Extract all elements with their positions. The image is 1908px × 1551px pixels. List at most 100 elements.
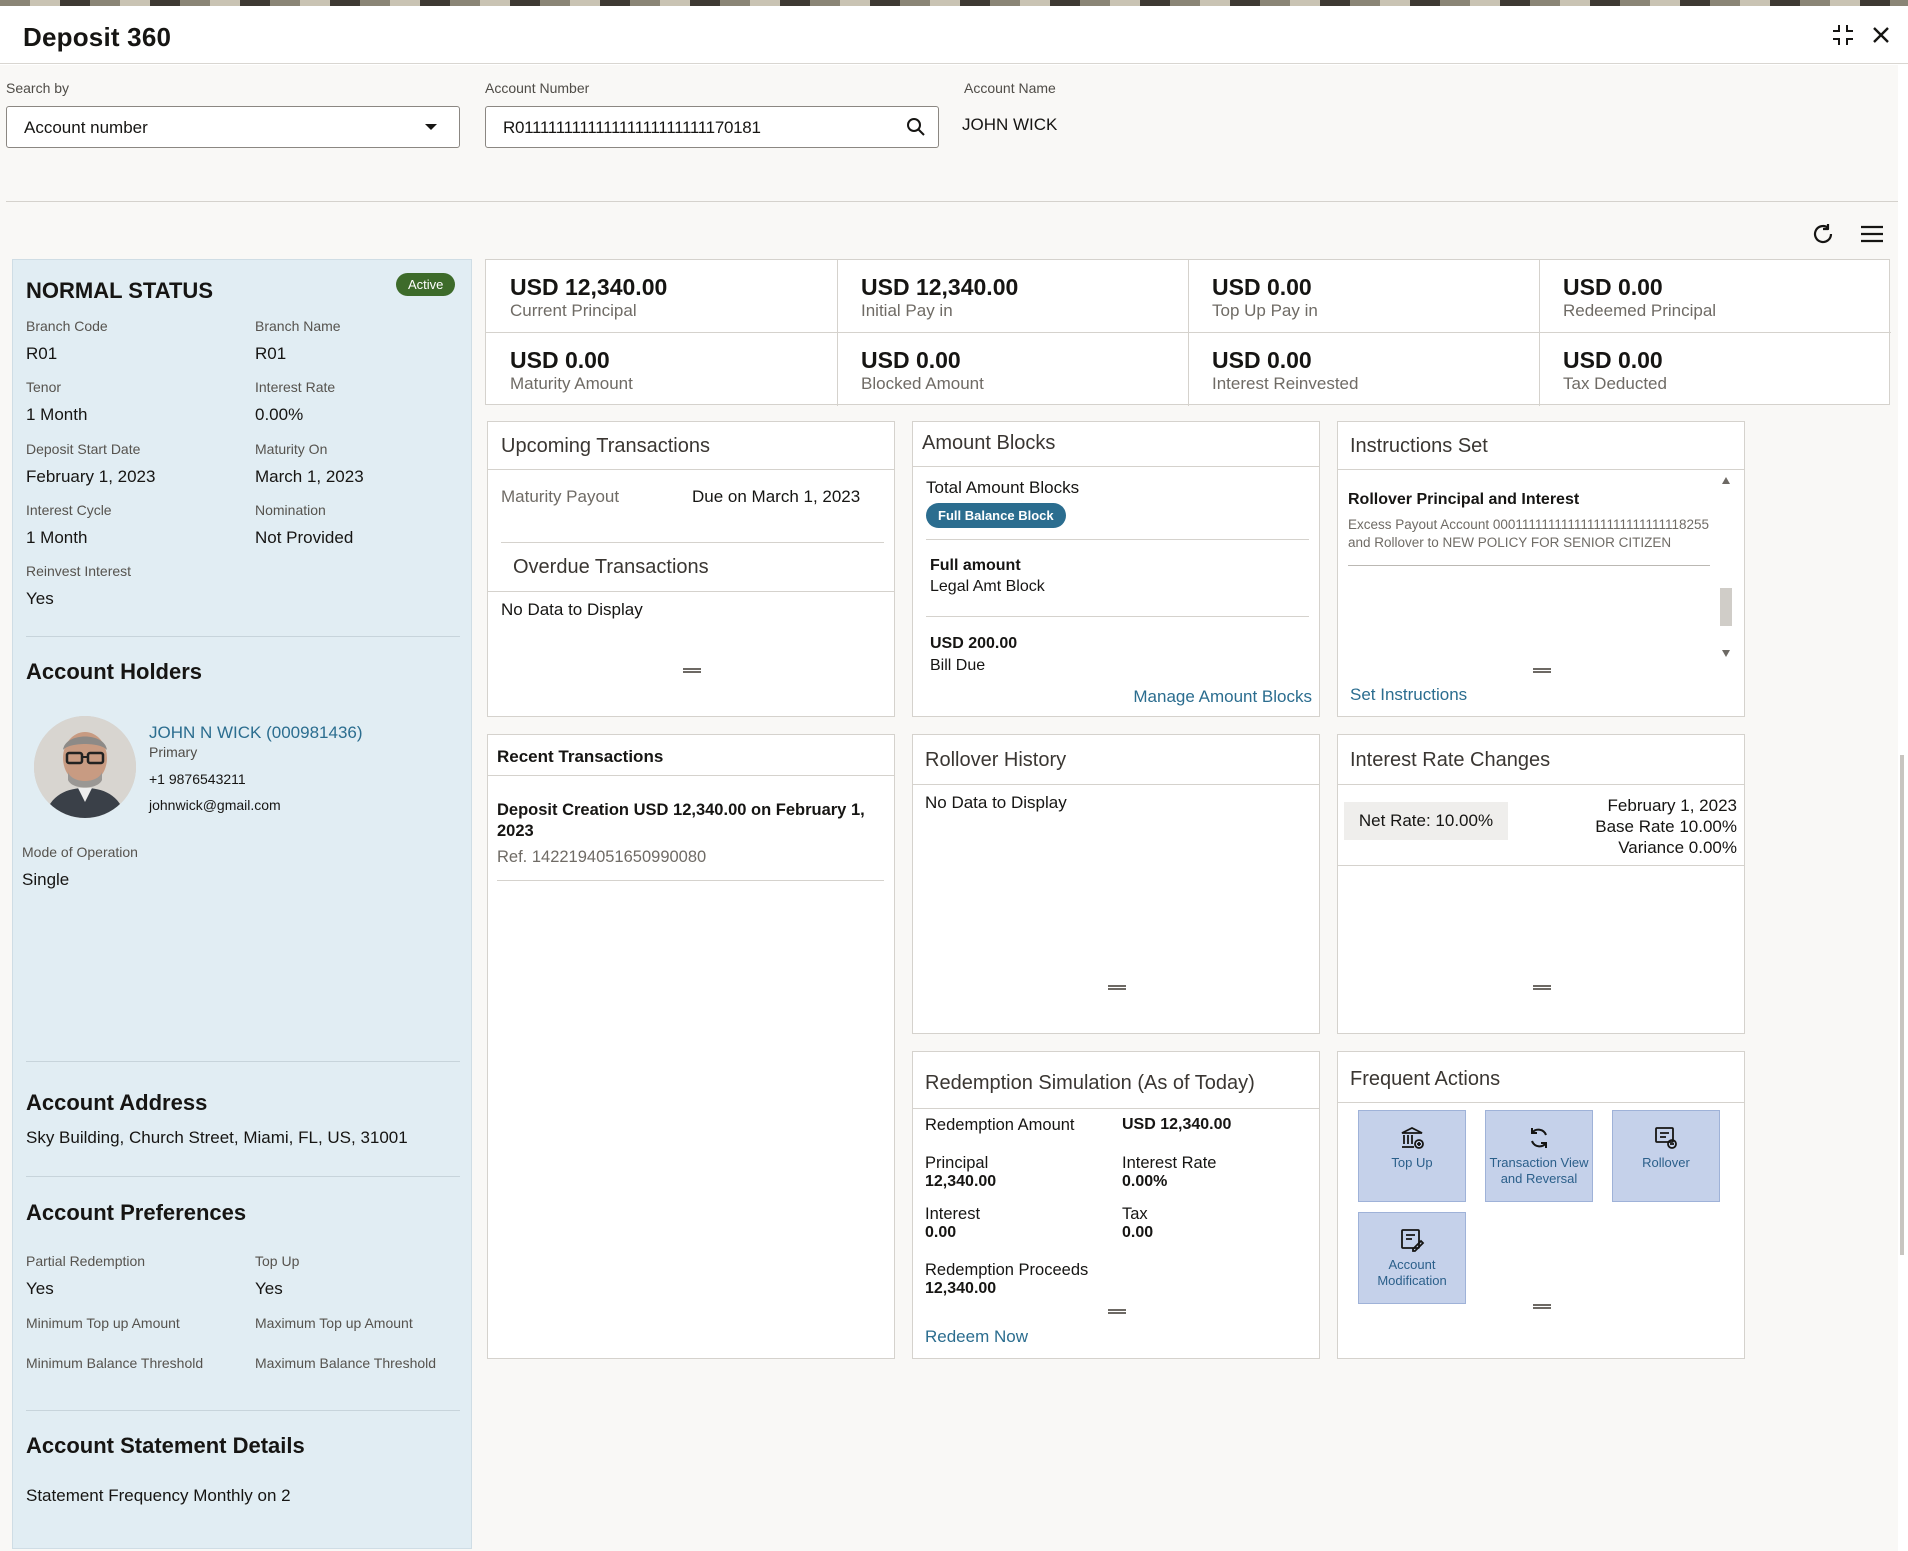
statement-details-title: Account Statement Details: [26, 1433, 305, 1458]
hamburger-menu-icon[interactable]: [1860, 224, 1884, 249]
holder-name-link[interactable]: JOHN N WICK (000981436): [149, 723, 363, 743]
mode-of-operation-label: Mode of Operation: [22, 844, 138, 860]
drag-handle-icon[interactable]: [1108, 1309, 1126, 1314]
total-amount-blocks-label: Total Amount Blocks: [926, 478, 1080, 497]
holder-phone: +1 9876543211: [149, 771, 246, 787]
transaction-view-action-label: Transaction View and Reversal: [1489, 1155, 1589, 1186]
set-instructions-link[interactable]: Set Instructions: [1350, 685, 1467, 705]
drag-handle-icon[interactable]: [1533, 985, 1551, 990]
status-title: NORMAL STATUS: [26, 278, 213, 303]
page-scrollbar-thumb[interactable]: [1900, 755, 1904, 1255]
recent-transactions-title: Recent Transactions: [497, 747, 664, 766]
amount-blocks-title: Amount Blocks: [922, 432, 1056, 454]
divider: [26, 636, 460, 637]
nomination-label: Nomination: [255, 502, 326, 518]
rollover-action-label: Rollover: [1642, 1155, 1690, 1170]
account-address-title: Account Address: [26, 1090, 208, 1115]
reinvest-interest-label: Reinvest Interest: [26, 563, 132, 579]
scrollbar-thumb[interactable]: [1720, 588, 1732, 626]
manage-amount-blocks-link[interactable]: Manage Amount Blocks: [1133, 687, 1312, 707]
scroll-up-icon[interactable]: [1722, 477, 1730, 484]
partial-redemption-label: Partial Redemption: [26, 1253, 146, 1269]
min-topup-label: Minimum Top up Amount: [26, 1315, 180, 1331]
summary-label: Maturity Amount: [510, 374, 633, 393]
redemption-amount-value: USD 12,340.00: [1122, 1116, 1232, 1133]
search-divider: [6, 201, 1898, 202]
transaction-view-action-button[interactable]: Transaction View and Reversal: [1485, 1110, 1593, 1202]
deposit-start-value: February 1, 2023: [26, 467, 156, 486]
refresh-arrows-icon: [1531, 1128, 1547, 1148]
mode-of-operation-value: Single: [22, 870, 70, 889]
rollover-history-card: Rollover History No Data to Display: [912, 734, 1320, 1034]
summary-amount: USD 0.00: [1563, 347, 1663, 373]
rollover-action-button[interactable]: Rollover: [1612, 1110, 1720, 1202]
divider: [26, 1176, 460, 1177]
maturity-payout-value: Due on March 1, 2023: [692, 487, 861, 506]
scroll-down-icon[interactable]: [1722, 650, 1730, 657]
interest-rate-changes-card: Interest Rate Changes Net Rate: 10.00% F…: [1337, 734, 1745, 1034]
full-balance-block-chip[interactable]: Full Balance Block: [926, 503, 1066, 528]
deposit-start-label: Deposit Start Date: [26, 441, 141, 457]
close-icon[interactable]: [1870, 24, 1892, 46]
summary-grid: USD 12,340.00 Current Principal USD 12,3…: [485, 259, 1891, 406]
top-up-action-button[interactable]: Top Up: [1358, 1110, 1466, 1202]
holder-email: johnwick@gmail.com: [149, 797, 281, 813]
tenor-label: Tenor: [26, 379, 62, 395]
summary-label: Current Principal: [510, 301, 637, 320]
summary-label: Blocked Amount: [861, 374, 984, 393]
summary-amount: USD 0.00: [510, 347, 610, 373]
interest-cycle-label: Interest Cycle: [26, 502, 112, 518]
account-name-value: JOHN WICK: [962, 115, 1058, 134]
holder-role: Primary: [149, 744, 198, 760]
block-1-description: Legal Amt Block: [930, 578, 1045, 595]
summary-label: Initial Pay in: [861, 301, 953, 320]
maturity-payout-label: Maturity Payout: [501, 487, 620, 506]
redemption-proceeds-label: Redemption Proceeds: [925, 1261, 1089, 1279]
rollover-icon: [1655, 1127, 1677, 1149]
block-2-description: Bill Due: [930, 657, 986, 674]
summary-label: Tax Deducted: [1563, 374, 1667, 393]
top-up-action-label: Top Up: [1391, 1155, 1433, 1170]
summary-amount: USD 0.00: [861, 347, 961, 373]
instructions-set-title: Instructions Set: [1350, 435, 1488, 457]
summary-amount: USD 12,340.00: [510, 274, 668, 300]
interest-rate-label: Interest Rate: [1122, 1154, 1217, 1172]
refresh-icon[interactable]: [1811, 222, 1835, 251]
instruction-item-description: Excess Payout Account 000111111111111111…: [1348, 517, 1710, 550]
page-scrollbar[interactable]: [1898, 65, 1908, 1551]
drag-handle-icon[interactable]: [1533, 668, 1551, 673]
upcoming-transactions-title: Upcoming Transactions: [501, 435, 710, 457]
page-title: Deposit 360: [23, 22, 172, 52]
interest-cycle-value: 1 Month: [26, 528, 88, 547]
minimize-icon[interactable]: [1831, 23, 1855, 47]
drag-handle-icon[interactable]: [1533, 1304, 1551, 1309]
maturity-on-value: March 1, 2023: [255, 467, 364, 486]
branch-name-label: Branch Name: [255, 318, 341, 334]
interest-rate-value: 0.00%: [1122, 1173, 1168, 1190]
account-modification-action-button[interactable]: Account Modification: [1358, 1212, 1466, 1304]
account-number-input[interactable]: R011111111111111111111111170181: [485, 106, 939, 148]
redeem-now-link[interactable]: Redeem Now: [925, 1327, 1028, 1347]
summary-amount: USD 0.00: [1563, 274, 1663, 300]
upcoming-transactions-card: Upcoming Transactions Maturity Payout Du…: [487, 421, 895, 717]
max-balance-label: Maximum Balance Threshold: [255, 1355, 437, 1371]
rollover-empty-text: No Data to Display: [925, 793, 1067, 812]
drag-handle-icon[interactable]: [1108, 985, 1126, 990]
recent-transactions-card: Recent Transactions Deposit Creation USD…: [487, 734, 895, 1359]
drag-handle-icon[interactable]: [683, 668, 701, 673]
search-icon[interactable]: [906, 117, 926, 142]
summary-label: Interest Reinvested: [1212, 374, 1359, 393]
rate-change-date: February 1, 2023: [1607, 796, 1737, 815]
instruction-item-title: Rollover Principal and Interest: [1348, 491, 1580, 508]
frequent-actions-title: Frequent Actions: [1350, 1068, 1501, 1090]
scrollbar[interactable]: [1718, 472, 1734, 662]
account-holders-title: Account Holders: [26, 659, 203, 684]
account-modification-action-label: Account Modification: [1377, 1257, 1447, 1288]
block-1-amount: Full amount: [930, 557, 1021, 574]
summary-label: Redeemed Principal: [1563, 301, 1717, 320]
interest-label: Interest: [925, 1205, 981, 1223]
search-by-select[interactable]: Account number: [6, 106, 460, 148]
branch-code-label: Branch Code: [26, 318, 108, 334]
overdue-empty-text: No Data to Display: [501, 600, 643, 619]
recent-transaction-item[interactable]: Deposit Creation USD 12,340.00 on Februa…: [497, 800, 877, 842]
